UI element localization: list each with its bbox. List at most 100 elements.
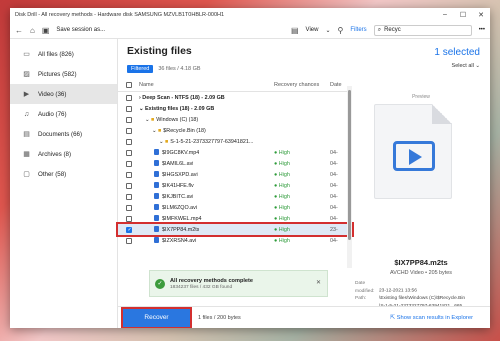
search-icon: ⌕ xyxy=(377,26,382,33)
video-file-icon xyxy=(154,204,159,210)
select-all-dropdown[interactable]: Select all ⌄ xyxy=(452,63,480,69)
table-row-selected[interactable]: $IX7PP84.m2ts ● High 23- xyxy=(116,222,354,237)
table-row[interactable]: $IMFKWEL.mp4 ● High 04- xyxy=(118,213,352,224)
sidebar-item-audio[interactable]: ♫ Audio (76) xyxy=(10,104,117,124)
table-row[interactable]: ⌄ ■ Windows (C) (18) xyxy=(118,114,352,125)
select-all-checkbox[interactable] xyxy=(126,82,132,88)
row-checkbox[interactable] xyxy=(126,105,132,112)
file-list-panel: Existing files Filtered 36 files / 4.18 … xyxy=(116,39,354,328)
path-value: \Existing files\Windows (C)\$Recycle.Bin xyxy=(379,296,466,301)
sidebar-item-archives[interactable]: ▦ Archives (8) xyxy=(10,144,117,164)
row-checkbox[interactable] xyxy=(126,237,132,244)
row-name: $IX7PP84.m2ts xyxy=(154,226,199,233)
row-name: › Deep Scan - NTFS (18) - 2.09 GB xyxy=(139,95,225,101)
show-results-label: Show scan results in Explorer xyxy=(396,314,473,321)
table-row[interactable]: $IK41HFE.flv ● High 04- xyxy=(118,180,352,191)
row-date: 04- xyxy=(330,171,338,178)
toast-subtitle: 1834237 files / 432 GB found xyxy=(170,284,233,290)
video-file-icon xyxy=(154,171,159,177)
sidebar-item-pictures[interactable]: ▨ Pictures (582) xyxy=(10,64,117,84)
maximize-icon[interactable]: ☐ xyxy=(454,11,472,19)
row-checkbox[interactable] xyxy=(126,149,132,156)
row-date: 04- xyxy=(330,193,338,200)
sidebar-item-all-files[interactable]: ▭ All files (826) xyxy=(10,44,117,64)
chevron-down-icon[interactable]: ⌄ xyxy=(145,117,150,123)
row-name-text: $Recycle.Bin (18) xyxy=(163,127,206,134)
sidebar-item-documents[interactable]: ▤ Documents (66) xyxy=(10,124,117,144)
row-date: 04- xyxy=(330,149,338,156)
table-row[interactable]: ⌄ ■ $Recycle.Bin (18) xyxy=(118,125,352,136)
close-icon[interactable]: ✕ xyxy=(316,279,321,286)
row-date: 04- xyxy=(330,182,338,189)
recover-button[interactable]: Recover xyxy=(121,306,192,328)
table-header: Name Recovery chances Date xyxy=(118,79,352,92)
title-bar: Disk Drill - All recovery methods - Hard… xyxy=(10,8,490,22)
table-row[interactable]: $IAMIL6L.avi ● High 04- xyxy=(118,158,352,169)
table-row[interactable]: $IHGSXPD.avi ● High 04- xyxy=(118,169,352,180)
row-checkbox[interactable] xyxy=(126,171,132,178)
chevron-down-icon[interactable]: ⌄ xyxy=(139,106,144,112)
sidebar-item-label: Audio (76) xyxy=(38,110,67,118)
video-file-icon xyxy=(154,237,159,243)
column-name[interactable]: Name xyxy=(139,82,154,88)
chevron-down-icon[interactable]: ⌄ xyxy=(152,128,157,134)
column-recovery[interactable]: Recovery chances xyxy=(274,82,319,88)
row-name-text: $IK41HFE.flv xyxy=(162,183,194,189)
row-date: 04- xyxy=(330,160,338,167)
filtered-chip[interactable]: Filtered xyxy=(127,64,154,73)
preview-label: Preview xyxy=(412,94,430,100)
row-name: $ILM6ZQO.avi xyxy=(154,204,197,211)
row-checkbox[interactable] xyxy=(126,193,132,200)
row-name-text: Windows (C) (18) xyxy=(156,116,199,123)
sidebar-item-other[interactable]: ▢ Other (58) xyxy=(10,164,117,184)
recovery-text: High xyxy=(278,237,290,244)
row-checkbox[interactable] xyxy=(126,116,132,123)
close-icon[interactable]: ✕ xyxy=(472,11,490,19)
save-session-button[interactable]: Save session as... xyxy=(56,27,105,33)
row-name: ⌄ Existing files (18) - 2.09 GB xyxy=(139,106,214,112)
row-checkbox[interactable] xyxy=(126,226,132,233)
recovery-text: High xyxy=(278,171,290,178)
table-row[interactable]: $ILM6ZQO.avi ● High 04- xyxy=(118,202,352,213)
scrollbar-thumb[interactable] xyxy=(348,90,351,240)
row-name: $IHGSXPD.avi xyxy=(154,171,198,178)
row-name: $IZXRSN4.avi xyxy=(154,237,196,244)
recovery-text: High xyxy=(278,226,290,233)
folder-icon: ■ xyxy=(151,116,155,123)
row-checkbox[interactable] xyxy=(126,127,132,134)
row-checkbox[interactable] xyxy=(126,182,132,189)
row-checkbox[interactable] xyxy=(126,94,132,101)
archive-icon: ▦ xyxy=(23,151,30,158)
toast-title: All recovery methods complete xyxy=(170,277,254,284)
row-checkbox[interactable] xyxy=(126,160,132,167)
sidebar-item-label: Video (36) xyxy=(38,90,67,98)
search-input[interactable]: ⌕ Recyc xyxy=(373,24,472,36)
show-results-link[interactable]: ⇱ Show scan results in Explorer xyxy=(390,315,473,321)
row-checkbox[interactable] xyxy=(126,215,132,222)
more-icon[interactable]: ••• xyxy=(479,27,485,33)
sidebar-item-video[interactable]: ▶ Video (36) xyxy=(10,84,117,104)
row-name: ⌄ ■ S-1-5-21-2373327797-63941821... xyxy=(159,139,253,145)
table-row[interactable]: ⌄ Existing files (18) - 2.09 GB xyxy=(118,103,352,114)
row-date: 04- xyxy=(330,204,338,211)
chevron-right-icon[interactable]: › xyxy=(139,95,141,101)
view-button[interactable]: View xyxy=(306,27,319,33)
filters-button[interactable]: Filters xyxy=(350,27,366,33)
table-row[interactable]: ⌄ ■ S-1-5-21-2373327797-63941821... xyxy=(118,136,352,147)
row-checkbox[interactable] xyxy=(126,138,132,145)
app-window: Disk Drill - All recovery methods - Hard… xyxy=(10,8,490,328)
table-row[interactable]: $IZXRSN4.avi ● High 04- xyxy=(118,235,352,246)
row-checkbox[interactable] xyxy=(126,204,132,211)
table-row[interactable]: › Deep Scan - NTFS (18) - 2.09 GB xyxy=(118,92,352,103)
table-row[interactable]: $IKJBITC.avi ● High 04- xyxy=(118,191,352,202)
recovery-text: High xyxy=(278,204,290,211)
table-row[interactable]: $I9GC8KV.mp4 ● High 04- xyxy=(118,147,352,158)
page-title: Existing files xyxy=(127,45,192,57)
selection-info: 1 files / 200 bytes xyxy=(198,314,241,321)
back-icon[interactable]: ← xyxy=(15,26,23,35)
chevron-down-icon[interactable]: ⌄ xyxy=(159,139,164,145)
home-icon[interactable]: ⌂ xyxy=(30,26,35,35)
minimize-icon[interactable]: – xyxy=(436,11,454,19)
column-date[interactable]: Date xyxy=(330,82,342,88)
folder-icon: ■ xyxy=(158,127,162,134)
